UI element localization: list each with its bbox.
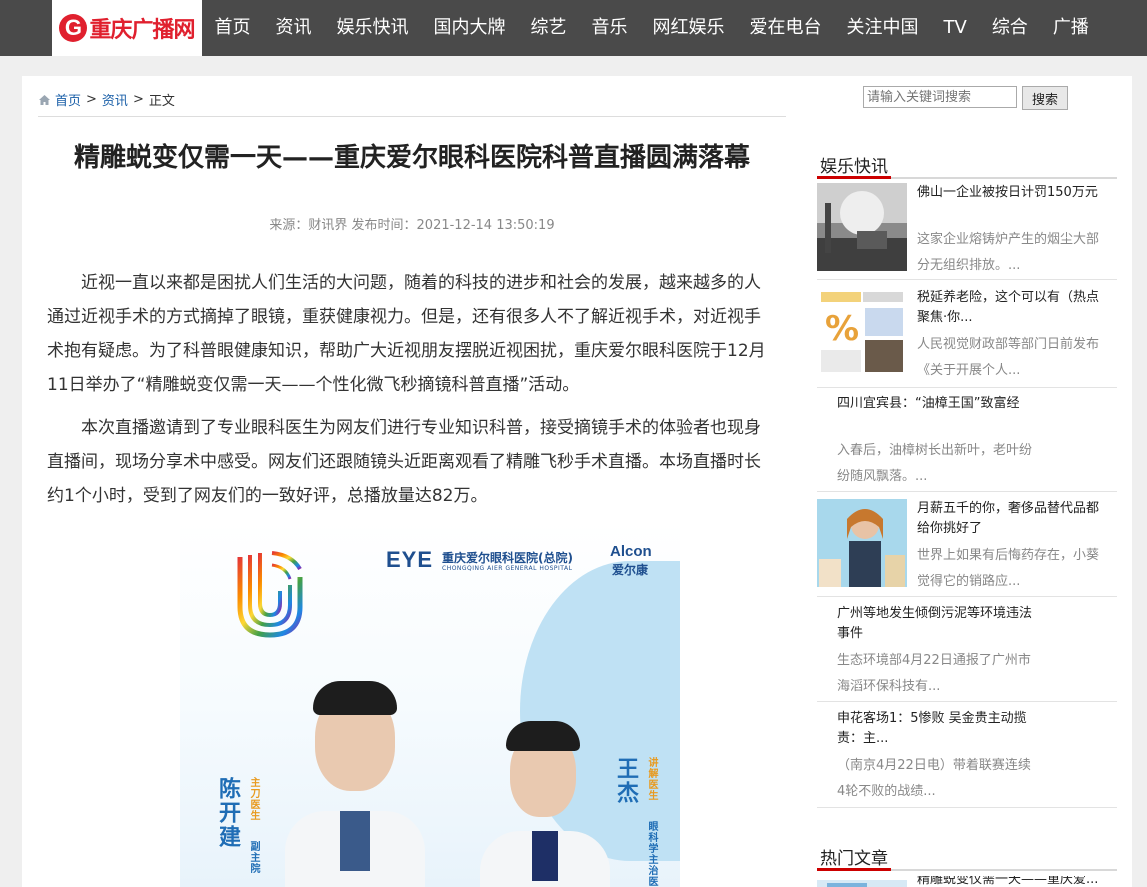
news-divider (817, 807, 1117, 808)
article-meta: 来源：财讯界 发布时间：2021-12-14 13:50:19 (269, 218, 555, 233)
breadcrumb: 首页 > 资讯 > 正文 (38, 90, 175, 109)
fingerprint-logo-icon (237, 551, 303, 638)
news-title[interactable]: 税延养老险，这个可以有（热点聚焦·你... (917, 288, 1109, 328)
news-title[interactable]: 广州等地发生倾倒污泥等环境违法事件 (837, 604, 1033, 644)
article-paragraph: 近视一直以来都是困扰人们生活的大问题，随着的科技的进步和社会的发展，越来越多的人… (47, 273, 766, 395)
nav-item-ent-news[interactable]: 娱乐快讯 (324, 0, 421, 56)
news-title[interactable]: 月薪五千的你，奢侈品替代品都给你挑好了 (917, 499, 1109, 539)
news-item[interactable]: 佛山一企业被按日计罚150万元 这家企业熔铸炉产生的烟尘大部分无组织排放。... (817, 183, 1117, 279)
news-title[interactable]: 佛山一企业被按日计罚150万元 (917, 183, 1109, 203)
main-content: 首页 > 资讯 > 正文 精雕蜕变仅需一天——重庆爱尔眼科医院科普直播圆满落幕 … (22, 76, 1132, 887)
poster-hospital-sub: CHONGQING AIER GENERAL HOSPITAL (442, 565, 573, 572)
article-title: 精雕蜕变仅需一天——重庆爱尔眼科医院科普直播圆满落幕 (73, 143, 750, 173)
breadcrumb-separator: > (86, 92, 97, 107)
news-desc: （南京4月22日电）带着联赛连续4轮不败的战绩... (837, 758, 1031, 799)
news-divider (817, 491, 1117, 492)
nav-item-influencer[interactable]: 网红娱乐 (640, 0, 737, 56)
eye-logo: EYE (386, 547, 434, 572)
svg-text:%: % (825, 309, 859, 349)
news-item[interactable]: 四川宜宾县：“油樟王国”致富经 入春后，油樟树长出新叶，老叶纷纷随风飘落。... (817, 394, 1117, 490)
nav-menu: 首页 资讯 娱乐快讯 国内大牌 综艺 音乐 网红娱乐 爱在电台 关注中国 TV … (202, 0, 1101, 56)
section-underline-accent (817, 868, 891, 871)
news-divider (817, 701, 1117, 702)
doctor-photo-man (280, 661, 430, 887)
nav-item-variety[interactable]: 综艺 (518, 0, 579, 56)
section-title-hot-articles: 热门文章 (820, 849, 888, 869)
site-logo[interactable]: G 重庆广播网 (52, 0, 202, 56)
news-item[interactable]: 申花客场1：5惨败 吴金贵主动揽责：主... （南京4月22日电）带着联赛连续4… (817, 709, 1117, 805)
top-navbar: G 重庆广播网 首页 资讯 娱乐快讯 国内大牌 综艺 音乐 网红娱乐 爱在电台 … (0, 0, 1147, 56)
news-title[interactable]: 申花客场1：5惨败 吴金贵主动揽责：主... (837, 709, 1033, 749)
breadcrumb-section-link[interactable]: 资讯 (102, 90, 128, 109)
breadcrumb-current: 正文 (148, 94, 175, 109)
news-thumbnail[interactable]: % (817, 288, 907, 376)
nav-item-tv[interactable]: TV (931, 0, 979, 56)
nav-item-news[interactable]: 资讯 (263, 0, 324, 56)
doctor-photo-woman (480, 691, 610, 887)
doctor1-name: 陈开建 (215, 777, 240, 849)
hot-article-item[interactable]: 精雕蜕变仅需一天——重庆爱... (817, 876, 1117, 887)
section-title-ent-news: 娱乐快讯 (820, 157, 888, 177)
section-underline-accent (817, 176, 891, 179)
home-icon (39, 94, 50, 105)
alcon-logo-cn: 爱尔康 (612, 563, 649, 577)
breadcrumb-divider (38, 116, 786, 117)
doctor2-role: 讲解医生 (646, 757, 657, 801)
nav-item-broadcast[interactable]: 广播 (1040, 0, 1101, 56)
news-desc: 人民视觉财政部等部门日前发布《关于开展个人... (917, 337, 1100, 378)
nav-item-music[interactable]: 音乐 (579, 0, 640, 56)
news-item[interactable]: % 税延养老险，这个可以有（热点聚焦·你... 人民视觉财政部等部门日前发布《关… (817, 288, 1117, 384)
search-button[interactable]: 搜索 (1022, 86, 1068, 110)
article-paragraph: 本次直播邀请到了专业眼科医生为网友们进行专业知识科普，接受摘镜手术的体验者也现身… (47, 418, 761, 506)
logo-g-icon: G (59, 14, 88, 42)
search-input[interactable] (863, 86, 1017, 108)
breadcrumb-home-link[interactable]: 首页 (55, 90, 81, 109)
news-divider (817, 279, 1117, 280)
nav-item-china[interactable]: 关注中国 (834, 0, 931, 56)
hot-article-title[interactable]: 精雕蜕变仅需一天——重庆爱... (917, 876, 1109, 887)
doctor1-title: 副主院 (248, 841, 259, 874)
nav-item-radio[interactable]: 爱在电台 (737, 0, 834, 56)
nav-item-home[interactable]: 首页 (202, 0, 263, 56)
news-divider (817, 387, 1117, 388)
article-poster-image: EYE 重庆爱尔眼科医院(总院) CHONGQING AIER GENERAL … (180, 521, 680, 887)
doctor2-name: 王杰 (613, 757, 638, 805)
doctor2-title: 眼科学主治医 (646, 821, 657, 887)
breadcrumb-separator: > (132, 92, 144, 107)
logo-text: 重庆广播网 (89, 18, 195, 43)
news-desc: 这家企业熔铸炉产生的烟尘大部分无组织排放。... (917, 232, 1100, 273)
poster-hospital-name: 重庆爱尔眼科医院(总院) (442, 551, 573, 565)
news-desc: 世界上如果有后悔药存在，小葵觉得它的销路应... (917, 548, 1100, 589)
news-thumbnail[interactable] (817, 183, 907, 271)
news-item[interactable]: 广州等地发生倾倒污泥等环境违法事件 生态环境部4月22日通报了广州市海滔环保科技… (817, 604, 1117, 700)
nav-item-general[interactable]: 综合 (979, 0, 1040, 56)
news-title[interactable]: 四川宜宾县：“油樟王国”致富经 (837, 394, 1033, 414)
news-thumbnail[interactable] (817, 499, 907, 587)
news-divider (817, 596, 1117, 597)
news-item[interactable]: 月薪五千的你，奢侈品替代品都给你挑好了 世界上如果有后悔药存在，小葵觉得它的销路… (817, 499, 1117, 595)
news-desc: 生态环境部4月22日通报了广州市海滔环保科技有... (837, 653, 1031, 694)
nav-item-brands[interactable]: 国内大牌 (421, 0, 518, 56)
news-thumbnail[interactable] (817, 876, 907, 887)
news-desc: 入春后，油樟树长出新叶，老叶纷纷随风飘落。... (837, 443, 1033, 484)
doctor1-role: 主刀医生 (248, 777, 259, 821)
alcon-logo: Alcon (610, 543, 652, 560)
